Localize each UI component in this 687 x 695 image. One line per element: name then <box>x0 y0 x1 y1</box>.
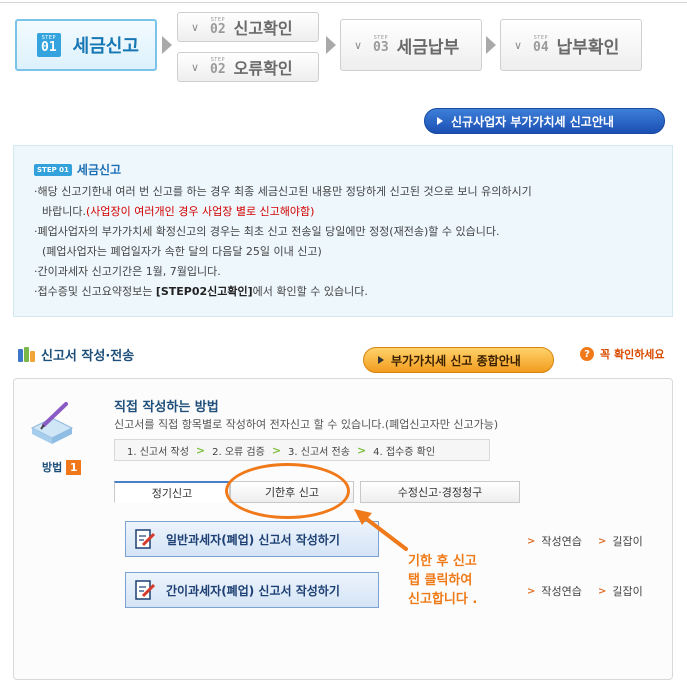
practice-link-general[interactable]: > 작성연습 <box>527 533 582 549</box>
write-general-taxpayer-button[interactable]: 일반과세자(폐업) 신고서 작성하기 <box>125 521 379 557</box>
step-label: 오류확인 <box>233 59 293 78</box>
chevron-right-icon: > <box>598 585 607 597</box>
step-payment-check[interactable]: ∨ STEP 04 납부확인 <box>500 19 642 71</box>
question-icon: ? <box>580 347 594 361</box>
flow-step: 1. 신고서 작성 <box>127 446 189 458</box>
info-line: ·해당 신고기한내 여러 번 신고를 하는 경우 최종 세금신고된 내용만 정당… <box>34 185 532 198</box>
step-tax-filing[interactable]: STEP 01 세금신고 <box>15 19 157 71</box>
step-arrow-icon <box>162 36 172 54</box>
play-icon <box>437 117 443 125</box>
top-divider <box>0 2 687 3</box>
annotation-callout: 기한 후 신고 탭 클릭하여 신고합니다 . <box>408 554 478 607</box>
tab-amended-filing[interactable]: 수정신고·경정청구 <box>360 481 520 503</box>
step-label: 세금신고 <box>72 36 139 57</box>
info-line: ·폐업사업자의 부가가치세 확정신고의 경우는 최초 신고 전송일 당일에만 정… <box>34 225 500 238</box>
annotation-arrow-icon <box>354 509 408 551</box>
chevron-right-icon: > <box>527 585 536 597</box>
step-number: STEP 02 <box>210 57 226 77</box>
new-business-guide-label: 신규사업자 부가가치세 신고안내 <box>451 114 614 129</box>
step02-reference: [STEP02신고확인] <box>155 285 253 298</box>
info-line: 바랍니다.(사업장이 여러개인 경우 사업장 별로 신고해야함) <box>42 205 315 218</box>
books-icon <box>18 347 35 362</box>
step-filing-check[interactable]: ∨ STEP 02 신고확인 <box>177 12 319 42</box>
step-number: STEP 02 <box>210 17 226 37</box>
method-label: 방법 1 <box>42 459 82 475</box>
new-business-guide-button[interactable]: 신규사업자 부가가치세 신고안내 <box>424 108 665 134</box>
chevron-right-icon: > <box>195 443 206 457</box>
chevron-down-icon: ∨ <box>190 20 200 34</box>
chevron-down-icon: ∨ <box>513 38 523 52</box>
step-badge: STEP 01 <box>34 164 72 176</box>
write-general-label: 일반과세자(폐업) 신고서 작성하기 <box>166 532 340 547</box>
chevron-down-icon: ∨ <box>353 38 363 52</box>
info-line: ·간이과세자 신고기간은 1월, 7월입니다. <box>34 265 221 278</box>
step-number: STEP 03 <box>373 35 389 55</box>
highlight-ellipse <box>225 463 350 519</box>
guide-link-simple[interactable]: > 길잡이 <box>598 583 643 599</box>
section-title: 신고서 작성·전송 <box>18 345 134 364</box>
chevron-right-icon: > <box>598 535 607 547</box>
step-number-badge: STEP 01 <box>37 33 61 57</box>
document-edit-icon <box>135 580 156 600</box>
chevron-right-icon: > <box>356 443 367 457</box>
play-icon <box>378 356 384 364</box>
info-line: (폐업사업자는 폐업일자가 속한 달의 다음달 25일 이내 신고) <box>42 245 322 258</box>
step-arrow-icon <box>326 36 336 54</box>
step-arrow-icon <box>486 36 496 54</box>
info-title: 세금신고 <box>76 163 122 177</box>
practice-link-simple[interactable]: > 작성연습 <box>527 583 582 599</box>
method-title: 직접 작성하는 방법 <box>114 400 219 415</box>
flow-step: 2. 오류 검증 <box>212 446 265 458</box>
flow-step: 4. 접수증 확인 <box>373 446 436 458</box>
flow-step: 3. 신고서 전송 <box>288 446 350 458</box>
vat-summary-guide-button[interactable]: 부가가치세 신고 종합안내 <box>363 347 554 373</box>
step-label: 세금납부 <box>396 37 460 58</box>
must-check-link[interactable]: ? 꼭 확인하세요 <box>580 346 665 362</box>
write-simple-label: 간이과세자(폐업) 신고서 작성하기 <box>166 583 340 598</box>
document-pen-icon <box>30 402 74 444</box>
document-edit-icon <box>135 529 156 549</box>
step-label: 신고확인 <box>233 19 293 38</box>
info-line: ·접수증및 신고요약정보는 [STEP02신고확인]에서 확인할 수 있습니다. <box>34 285 368 298</box>
step-error-check[interactable]: ∨ STEP 02 오류확인 <box>177 52 319 82</box>
method-number: 1 <box>66 459 82 475</box>
vat-summary-guide-label: 부가가치세 신고 종합안내 <box>391 353 521 368</box>
guide-link-general[interactable]: > 길잡이 <box>598 533 643 549</box>
step-tax-payment[interactable]: ∨ STEP 03 세금납부 <box>340 19 482 71</box>
warning-text: (사업장이 여러개인 경우 사업장 별로 신고해야함) <box>85 205 315 218</box>
write-simple-taxpayer-button[interactable]: 간이과세자(폐업) 신고서 작성하기 <box>125 572 379 608</box>
step-label: 납부확인 <box>556 37 620 58</box>
step-number: STEP 04 <box>533 35 549 55</box>
chevron-down-icon: ∨ <box>190 60 200 74</box>
info-box: STEP 01 세금신고 ·해당 신고기한내 여러 번 신고를 하는 경우 최종… <box>13 145 673 317</box>
tab-regular-filing[interactable]: 정기신고 <box>114 481 230 503</box>
method-description: 신고서를 직접 항목별로 작성하여 전자신고 할 수 있습니다.(폐업신고자만 … <box>114 418 499 431</box>
process-flow: 1. 신고서 작성 > 2. 오류 검증 > 3. 신고서 전송 > 4. 접수증 확… <box>114 439 490 461</box>
chevron-right-icon: > <box>527 535 536 547</box>
chevron-right-icon: > <box>271 443 282 457</box>
